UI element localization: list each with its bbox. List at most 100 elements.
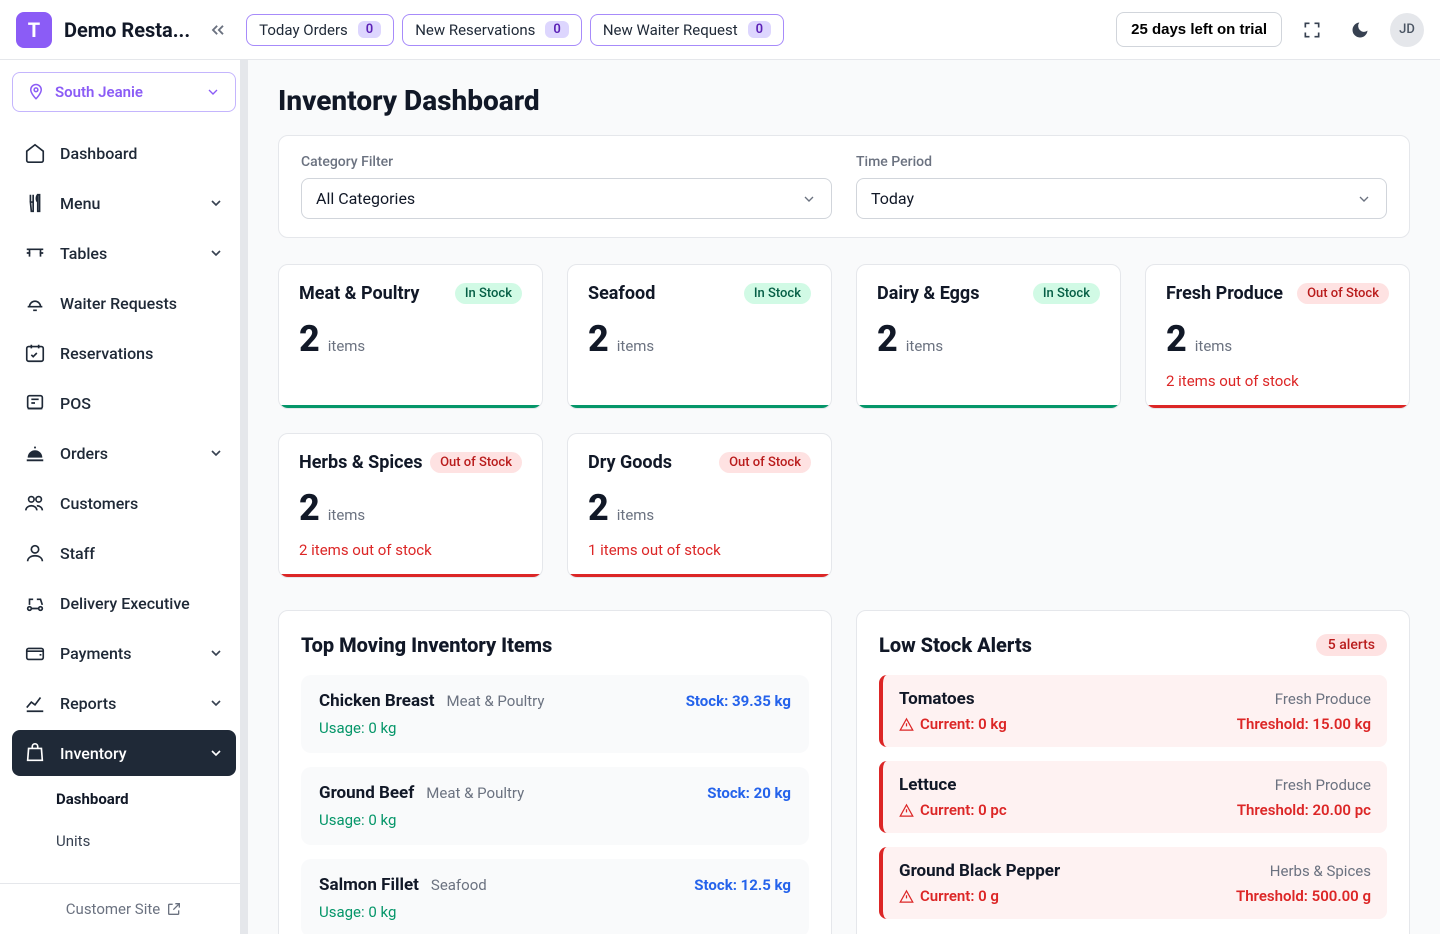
pill-new-reservations[interactable]: New Reservations 0	[402, 14, 582, 46]
category-name: Seafood	[588, 283, 655, 304]
inventory-icon	[24, 742, 46, 764]
branch-selector[interactable]: South Jeanie	[12, 72, 236, 112]
item-stock: Stock: 39.35 kg	[686, 692, 791, 710]
category-grid: Meat & PoultryIn Stock2items Seafood In St…	[278, 264, 1410, 578]
category-card[interactable]: Herbs & SpicesOut of Stock2items2 items …	[278, 433, 543, 578]
alert-threshold: Threshold: 20.00 pc	[1237, 801, 1371, 819]
category-count: 2	[588, 318, 609, 360]
top-moving-panel: Top Moving Inventory Items Chicken Breas…	[278, 610, 832, 934]
category-status-bar	[279, 574, 542, 577]
external-link-icon	[166, 901, 182, 917]
user-icon	[24, 542, 46, 564]
calendar-check-icon	[24, 342, 46, 364]
utensils-icon	[24, 192, 46, 214]
nav-tables[interactable]: Tables	[12, 230, 236, 276]
pill-badge: 0	[358, 21, 381, 38]
alert-item-category: Fresh Produce	[1275, 776, 1371, 794]
category-count: 2	[877, 318, 898, 360]
chevron-down-icon	[208, 695, 224, 711]
nav-reservations[interactable]: Reservations	[12, 330, 236, 376]
nav-pos[interactable]: POS	[12, 380, 236, 426]
pill-badge: 0	[748, 21, 771, 38]
category-status-bar	[568, 574, 831, 577]
table-icon	[24, 242, 46, 264]
nav-orders[interactable]: Orders	[12, 430, 236, 476]
fullscreen-button[interactable]	[1294, 12, 1330, 48]
nav-delivery[interactable]: Delivery Executive	[12, 580, 236, 626]
top-moving-item[interactable]: Salmon FilletSeafoodStock: 12.5 kgUsage:…	[301, 859, 809, 934]
home-icon	[24, 142, 46, 164]
category-card[interactable]: SeafoodIn Stock2items	[567, 264, 832, 409]
low-stock-item[interactable]: Ground Black PepperHerbs & SpicesCurrent…	[879, 847, 1387, 919]
category-card[interactable]: Dairy & EggsIn Stock2items	[856, 264, 1121, 409]
nav-label: Tables	[60, 244, 107, 263]
top-moving-item[interactable]: Ground BeefMeat & PoultryStock: 20 kgUsa…	[301, 767, 809, 845]
pill-today-orders[interactable]: Today Orders 0	[246, 14, 394, 46]
category-count: 2	[588, 487, 609, 529]
item-category: Meat & Poultry	[426, 784, 524, 802]
warning-icon	[899, 717, 914, 732]
status-badge: Out of Stock	[1297, 283, 1389, 304]
category-warning: 2 items out of stock	[1166, 372, 1389, 390]
category-card[interactable]: Meat & PoultryIn Stock2items	[278, 264, 543, 409]
nav-dashboard[interactable]: Dashboard	[12, 130, 236, 176]
nav-waiter-requests[interactable]: Waiter Requests	[12, 280, 236, 326]
moon-icon	[1350, 20, 1370, 40]
theme-toggle-button[interactable]	[1342, 12, 1378, 48]
chevron-down-icon	[208, 445, 224, 461]
alert-count-badge: 5 alerts	[1316, 634, 1387, 656]
category-name: Herbs & Spices	[299, 452, 423, 473]
alert-current: Current: 0 kg	[899, 715, 1007, 733]
top-moving-item[interactable]: Chicken BreastMeat & PoultryStock: 39.35…	[301, 675, 809, 753]
user-avatar[interactable]: JD	[1390, 13, 1424, 47]
sidebar-collapse-button[interactable]	[202, 14, 234, 46]
nav-payments[interactable]: Payments	[12, 630, 236, 676]
category-name: Dairy & Eggs	[877, 283, 979, 304]
status-badge: In Stock	[455, 283, 522, 304]
app-logo: T	[16, 12, 52, 48]
page-title: Inventory Dashboard	[278, 84, 1410, 117]
nav-sub-units[interactable]: Units	[12, 822, 236, 860]
customer-site-link[interactable]: Customer Site	[0, 883, 248, 934]
nav-label: Menu	[60, 194, 100, 213]
nav-menu[interactable]: Menu	[12, 180, 236, 226]
category-status-bar	[568, 405, 831, 408]
category-warning: 1 items out of stock	[588, 541, 811, 559]
app-header: T Demo Resta... Today Orders 0 New Reser…	[0, 0, 1440, 60]
nav-sub-dashboard[interactable]: Dashboard	[12, 780, 236, 818]
category-items-label: items	[617, 506, 654, 524]
pill-new-waiter-request[interactable]: New Waiter Request 0	[590, 14, 784, 46]
low-stock-item[interactable]: LettuceFresh ProduceCurrent: 0 pcThresho…	[879, 761, 1387, 833]
chart-icon	[24, 692, 46, 714]
nav-label: Waiter Requests	[60, 294, 177, 313]
period-filter-select[interactable]: Today	[856, 178, 1387, 219]
filter-card: Category Filter All Categories Time Peri…	[278, 135, 1410, 238]
low-stock-panel: Low Stock Alerts 5 alerts TomatoesFresh …	[856, 610, 1410, 934]
category-card[interactable]: Fresh ProduceOut of Stock2items2 items o…	[1145, 264, 1410, 409]
low-stock-item[interactable]: TomatoesFresh ProduceCurrent: 0 kgThresh…	[879, 675, 1387, 747]
pill-badge: 0	[545, 21, 568, 38]
trial-button[interactable]: 25 days left on trial	[1116, 12, 1282, 47]
category-card[interactable]: Dry GoodsOut of Stock2items1 items out o…	[567, 433, 832, 578]
bell-icon	[24, 292, 46, 314]
category-filter-select[interactable]: All Categories	[301, 178, 832, 219]
nav-staff[interactable]: Staff	[12, 530, 236, 576]
category-items-label: items	[617, 337, 654, 355]
users-icon	[24, 492, 46, 514]
item-usage: Usage: 0 kg	[319, 811, 791, 829]
category-name: Dry Goods	[588, 452, 672, 473]
nav-label: Orders	[60, 444, 108, 463]
nav-reports[interactable]: Reports	[12, 680, 236, 726]
nav-inventory[interactable]: Inventory	[12, 730, 236, 776]
fullscreen-icon	[1302, 20, 1322, 40]
nav-customers[interactable]: Customers	[12, 480, 236, 526]
status-badge: In Stock	[1033, 283, 1100, 304]
scooter-icon	[24, 592, 46, 614]
warning-icon	[899, 803, 914, 818]
alert-item-category: Fresh Produce	[1275, 690, 1371, 708]
category-status-bar	[857, 405, 1120, 408]
category-count: 2	[1166, 318, 1187, 360]
category-items-label: items	[1195, 337, 1232, 355]
map-pin-icon	[27, 83, 45, 101]
item-usage: Usage: 0 kg	[319, 719, 791, 737]
